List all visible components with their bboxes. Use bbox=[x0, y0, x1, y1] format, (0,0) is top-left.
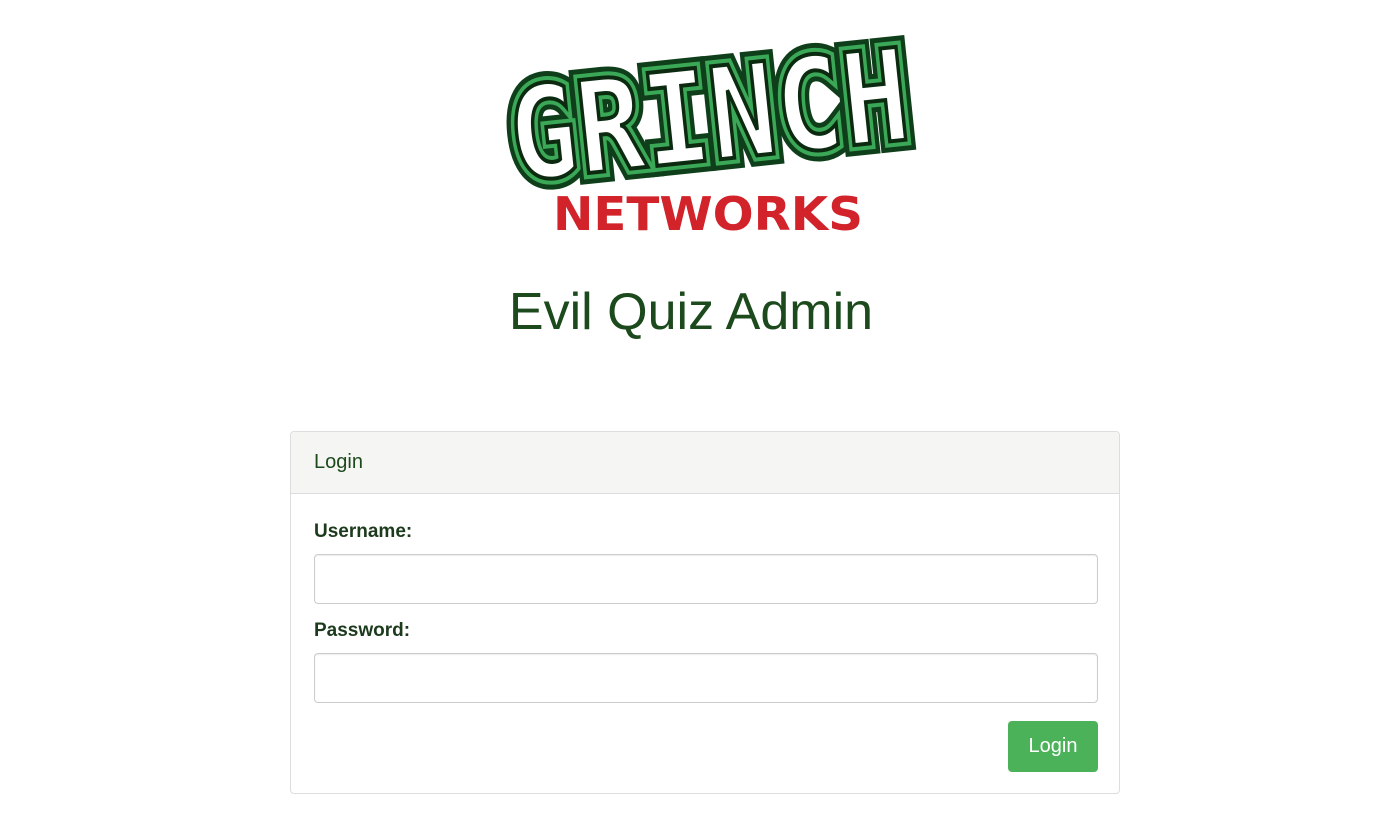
password-label: Password: bbox=[314, 620, 411, 641]
username-input[interactable] bbox=[314, 554, 1098, 604]
logo-subtitle: NETWORKS bbox=[553, 187, 863, 236]
grinch-networks-logo: GRINCH GRINCH GRINCH NETWORKS bbox=[496, 20, 926, 236]
login-panel: Login Username: Password: Login bbox=[290, 431, 1120, 794]
username-label: Username: bbox=[314, 521, 413, 542]
page-title: Evil Quiz Admin bbox=[508, 283, 874, 341]
password-input[interactable] bbox=[314, 653, 1098, 703]
logo-wordmark: GRINCH bbox=[503, 22, 916, 212]
login-panel-heading: Login bbox=[291, 432, 1119, 494]
login-button[interactable]: Login bbox=[1008, 721, 1098, 772]
